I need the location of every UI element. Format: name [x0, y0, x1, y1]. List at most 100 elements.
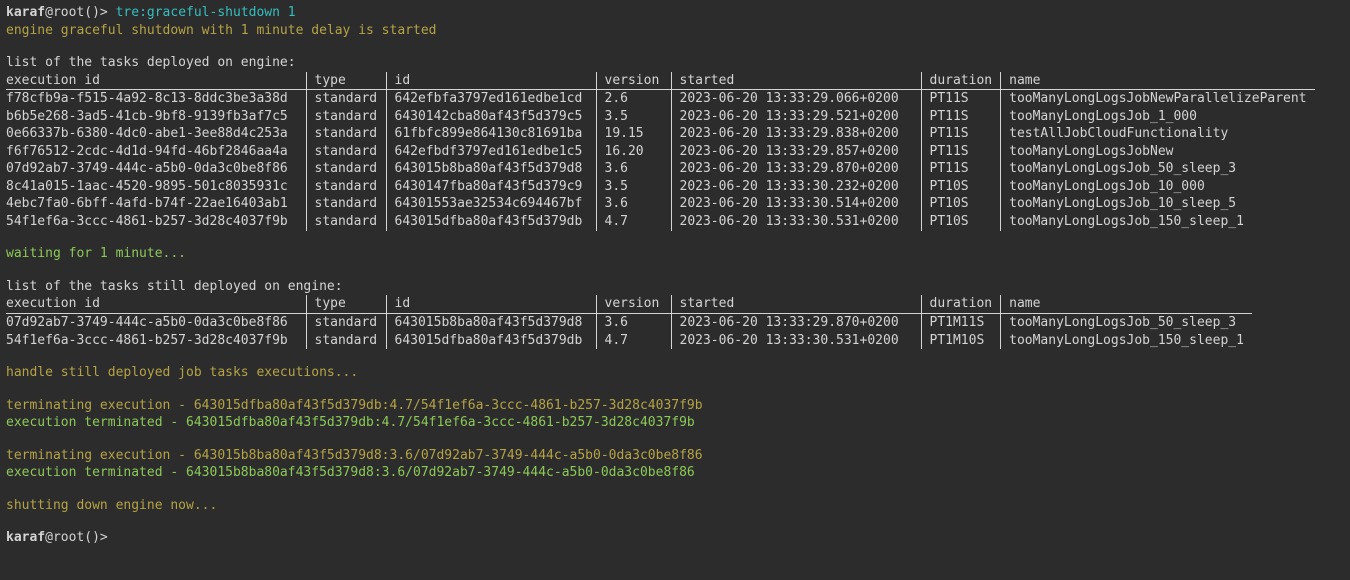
cell-started: 2023-06-20 13:33:29.521+0200: [671, 108, 921, 126]
cell-exec: 4ebc7fa0-6bff-4afd-b74f-22ae16403ab1: [6, 195, 306, 213]
cell-duration: PT10S: [921, 178, 1001, 196]
cell-duration: PT1M11S: [921, 314, 1001, 332]
header-name: name: [1001, 72, 1315, 90]
cell-version: 4.7: [596, 332, 671, 350]
cell-name: tooManyLongLogsJob_50_sleep_3: [1001, 160, 1315, 178]
header-type: type: [306, 295, 386, 313]
cell-type: standard: [306, 314, 386, 332]
cell-id: 643015b8ba80af43f5d379d8: [386, 314, 596, 332]
prompt-user: karaf: [6, 5, 45, 20]
msg-handle: handle still deployed job tasks executio…: [6, 364, 1344, 382]
cell-version: 19.15: [596, 125, 671, 143]
msg-list-one: list of the tasks deployed on engine:: [6, 54, 1344, 72]
header-version: version: [596, 295, 671, 313]
cell-id: 643015dfba80af43f5d379db: [386, 213, 596, 231]
table-header-row: execution id type id version started dur…: [6, 295, 1252, 313]
cell-type: standard: [306, 143, 386, 161]
cell-type: standard: [306, 332, 386, 350]
header-id: id: [386, 295, 596, 313]
msg-list-two: list of the tasks still deployed on engi…: [6, 278, 1344, 296]
terminating-line: terminating execution - 643015dfba80af43…: [6, 397, 1344, 415]
cell-version: 3.5: [596, 108, 671, 126]
prompt-host: root: [53, 5, 84, 20]
header-exec: execution id: [6, 295, 306, 313]
table-row: 07d92ab7-3749-444c-a5b0-0da3c0be8f86stan…: [6, 314, 1252, 332]
cell-name: testAllJobCloudFunctionality: [1001, 125, 1315, 143]
cell-name: tooManyLongLogsJob_1_000: [1001, 108, 1315, 126]
cell-started: 2023-06-20 13:33:29.838+0200: [671, 125, 921, 143]
header-started: started: [671, 72, 921, 90]
cell-exec: f6f76512-2cdc-4d1d-94fd-46bf2846aa4a: [6, 143, 306, 161]
table-row: 8c41a015-1aac-4520-9895-501c8035931cstan…: [6, 178, 1315, 196]
cell-name: tooManyLongLogsJob_10_sleep_5: [1001, 195, 1315, 213]
cell-exec: 54f1ef6a-3ccc-4861-b257-3d28c4037f9b: [6, 213, 306, 231]
msg-started: engine graceful shutdown with 1 minute d…: [6, 22, 1344, 40]
cell-name: tooManyLongLogsJob_150_sleep_1: [1001, 213, 1315, 231]
cell-type: standard: [306, 160, 386, 178]
prompt-at: @: [45, 530, 53, 545]
prompt-user: karaf: [6, 530, 45, 545]
cell-version: 2.6: [596, 90, 671, 108]
cell-duration: PT10S: [921, 195, 1001, 213]
cell-id: 642efbfa3797ed161edbe1cd: [386, 90, 596, 108]
table-row: b6b5e268-3ad5-41cb-9bf8-9139fb3af7c5stan…: [6, 108, 1315, 126]
table-row: 54f1ef6a-3ccc-4861-b257-3d28c4037f9bstan…: [6, 213, 1315, 231]
cell-id: 642efbdf3797ed161edbe1c5: [386, 143, 596, 161]
header-duration: duration: [921, 295, 1001, 313]
header-duration: duration: [921, 72, 1001, 90]
header-version: version: [596, 72, 671, 90]
cell-version: 3.5: [596, 178, 671, 196]
cell-id: 6430147fba80af43f5d379c9: [386, 178, 596, 196]
header-started: started: [671, 295, 921, 313]
cell-duration: PT11S: [921, 143, 1001, 161]
cell-exec: b6b5e268-3ad5-41cb-9bf8-9139fb3af7c5: [6, 108, 306, 126]
cell-started: 2023-06-20 13:33:30.232+0200: [671, 178, 921, 196]
cell-exec: 0e66337b-6380-4dc0-abe1-3ee88d4c253a: [6, 125, 306, 143]
terminating-line: terminating execution - 643015b8ba80af43…: [6, 447, 1344, 465]
table-header-row: execution id type id version started dur…: [6, 72, 1315, 90]
prompt-host: root: [53, 530, 84, 545]
cell-type: standard: [306, 178, 386, 196]
table-row: f6f76512-2cdc-4d1d-94fd-46bf2846aa4astan…: [6, 143, 1315, 161]
table-row: f78cfb9a-f515-4a92-8c13-8ddc3be3a38dstan…: [6, 90, 1315, 108]
prompt-tail: ()>: [84, 530, 107, 545]
cell-exec: f78cfb9a-f515-4a92-8c13-8ddc3be3a38d: [6, 90, 306, 108]
cell-exec: 54f1ef6a-3ccc-4861-b257-3d28c4037f9b: [6, 332, 306, 350]
cell-exec: 8c41a015-1aac-4520-9895-501c8035931c: [6, 178, 306, 196]
command-text: tre:graceful-shutdown: [116, 5, 280, 20]
cell-started: 2023-06-20 13:33:29.870+0200: [671, 314, 921, 332]
cell-version: 3.6: [596, 314, 671, 332]
cell-started: 2023-06-20 13:33:29.857+0200: [671, 143, 921, 161]
prompt-tail: ()>: [84, 5, 107, 20]
cell-duration: PT11S: [921, 160, 1001, 178]
cell-started: 2023-06-20 13:33:30.531+0200: [671, 213, 921, 231]
table-row: 4ebc7fa0-6bff-4afd-b74f-22ae16403ab1stan…: [6, 195, 1315, 213]
terminated-line: execution terminated - 643015b8ba80af43f…: [6, 464, 1344, 482]
cell-id: 61fbfc899e864130c81691ba: [386, 125, 596, 143]
cell-name: tooManyLongLogsJobNewParallelizeParent: [1001, 90, 1315, 108]
cell-type: standard: [306, 213, 386, 231]
cell-id: 6430142cba80af43f5d379c5: [386, 108, 596, 126]
cell-duration: PT10S: [921, 213, 1001, 231]
cell-duration: PT11S: [921, 108, 1001, 126]
cell-duration: PT11S: [921, 90, 1001, 108]
cell-exec: 07d92ab7-3749-444c-a5b0-0da3c0be8f86: [6, 160, 306, 178]
header-id: id: [386, 72, 596, 90]
terminations-block: terminating execution - 643015dfba80af43…: [6, 397, 1344, 497]
cell-id: 643015dfba80af43f5d379db: [386, 332, 596, 350]
header-exec: execution id: [6, 72, 306, 90]
cell-started: 2023-06-20 13:33:29.870+0200: [671, 160, 921, 178]
cell-started: 2023-06-20 13:33:29.066+0200: [671, 90, 921, 108]
cell-name: tooManyLongLogsJob_150_sleep_1: [1001, 332, 1252, 350]
msg-shutting: shutting down engine now...: [6, 497, 1344, 515]
cell-type: standard: [306, 125, 386, 143]
command-arg: 1: [288, 5, 296, 20]
cell-version: 16.20: [596, 143, 671, 161]
prompt-line-2[interactable]: karaf@root()>: [6, 529, 1344, 547]
tasks-table-1: execution id type id version started dur…: [6, 72, 1315, 231]
header-name: name: [1001, 295, 1252, 313]
cell-version: 3.6: [596, 195, 671, 213]
cell-type: standard: [306, 108, 386, 126]
prompt-line-1[interactable]: karaf@root()> tre:graceful-shutdown 1: [6, 4, 1344, 22]
table-row: 07d92ab7-3749-444c-a5b0-0da3c0be8f86stan…: [6, 160, 1315, 178]
